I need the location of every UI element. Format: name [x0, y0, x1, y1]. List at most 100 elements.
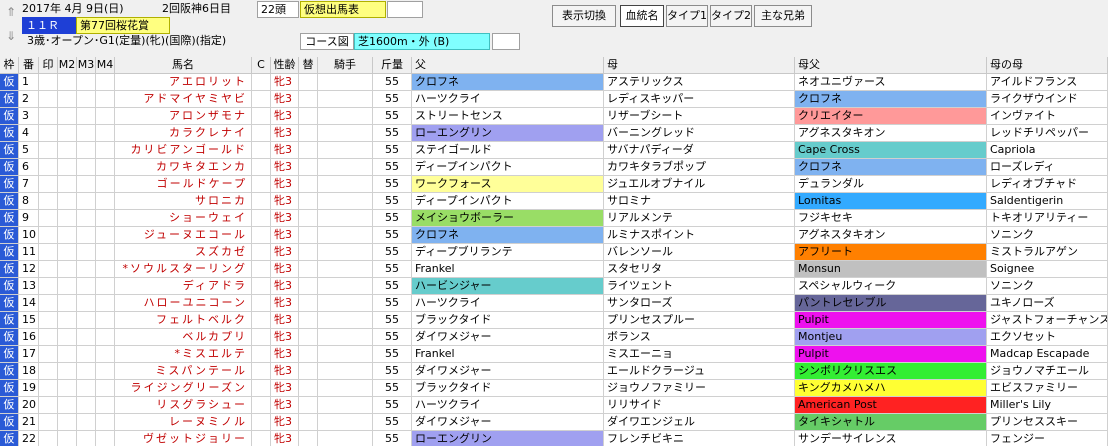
c-cell[interactable]	[252, 312, 271, 329]
waku-cell[interactable]: 仮	[0, 397, 19, 414]
m4-cell[interactable]	[96, 142, 115, 159]
sex-age[interactable]: 牝3	[271, 176, 299, 193]
damdam-name[interactable]: ミストラルアゲン	[987, 244, 1108, 261]
dam-name[interactable]: ミスエーニョ	[604, 346, 795, 363]
m3-cell[interactable]	[77, 346, 96, 363]
horse-name[interactable]: ゴールドケープ	[115, 176, 252, 193]
sex-age[interactable]: 牝3	[271, 397, 299, 414]
horse-name[interactable]: リスグラシュー	[115, 397, 252, 414]
damdam-name[interactable]: トキオリアリティー	[987, 210, 1108, 227]
m2-cell[interactable]	[58, 125, 77, 142]
sex-age[interactable]: 牝3	[271, 91, 299, 108]
dam-name[interactable]: エールドクラージュ	[604, 363, 795, 380]
dam-name[interactable]: リリサイド	[604, 397, 795, 414]
c-cell[interactable]	[252, 346, 271, 363]
m3-cell[interactable]	[77, 431, 96, 446]
damdam-name[interactable]: フェンジー	[987, 431, 1108, 446]
horse-number[interactable]: 5	[19, 142, 39, 159]
mark-cell[interactable]	[39, 312, 58, 329]
horse-number[interactable]: 2	[19, 91, 39, 108]
damsire-name[interactable]: スペシャルウィーク	[795, 278, 987, 295]
damsire-name[interactable]: アフリート	[795, 244, 987, 261]
m2-cell[interactable]	[58, 397, 77, 414]
weight[interactable]: 55	[373, 261, 412, 278]
damsire-name[interactable]: キングカメハメハ	[795, 380, 987, 397]
jockey-cell[interactable]	[318, 346, 373, 363]
sex-age[interactable]: 牝3	[271, 278, 299, 295]
jockey-cell[interactable]	[318, 380, 373, 397]
damsire-name[interactable]: Pulpit	[795, 346, 987, 363]
waku-cell[interactable]: 仮	[0, 244, 19, 261]
m3-cell[interactable]	[77, 142, 96, 159]
horse-name[interactable]: ショーウェイ	[115, 210, 252, 227]
sire-name[interactable]: ハーツクライ	[412, 91, 604, 108]
m2-cell[interactable]	[58, 108, 77, 125]
dam-name[interactable]: プリンセスプルー	[604, 312, 795, 329]
table-row[interactable]: 仮 12 *ソウルスターリング 牝3 55 Frankel スタセリタ Monsun Soign…	[0, 261, 1108, 278]
siblings-button[interactable]: 主な兄弟	[754, 5, 812, 27]
damdam-name[interactable]: ジョウノマチエール	[987, 363, 1108, 380]
change-cell[interactable]	[299, 363, 318, 380]
jockey-cell[interactable]	[318, 295, 373, 312]
weight[interactable]: 55	[373, 278, 412, 295]
horse-number[interactable]: 11	[19, 244, 39, 261]
damdam-name[interactable]: Miller's Lily	[987, 397, 1108, 414]
m4-cell[interactable]	[96, 278, 115, 295]
damsire-name[interactable]: Montjeu	[795, 329, 987, 346]
dam-name[interactable]: スタセリタ	[604, 261, 795, 278]
jockey-cell[interactable]	[318, 261, 373, 278]
horse-name[interactable]: ライジングリーズン	[115, 380, 252, 397]
sex-age[interactable]: 牝3	[271, 346, 299, 363]
sex-age[interactable]: 牝3	[271, 125, 299, 142]
waku-cell[interactable]: 仮	[0, 193, 19, 210]
m2-cell[interactable]	[58, 312, 77, 329]
waku-cell[interactable]: 仮	[0, 261, 19, 278]
mark-cell[interactable]	[39, 295, 58, 312]
waku-cell[interactable]: 仮	[0, 108, 19, 125]
change-cell[interactable]	[299, 74, 318, 91]
mark-cell[interactable]	[39, 380, 58, 397]
m3-cell[interactable]	[77, 159, 96, 176]
sire-name[interactable]: ローエングリン	[412, 125, 604, 142]
c-cell[interactable]	[252, 108, 271, 125]
jockey-cell[interactable]	[318, 159, 373, 176]
waku-cell[interactable]: 仮	[0, 91, 19, 108]
type1-button[interactable]: タイプ1	[666, 5, 708, 27]
horse-number[interactable]: 7	[19, 176, 39, 193]
horse-number[interactable]: 16	[19, 329, 39, 346]
weight[interactable]: 55	[373, 108, 412, 125]
m3-cell[interactable]	[77, 278, 96, 295]
damsire-name[interactable]: パントレセレブル	[795, 295, 987, 312]
dam-name[interactable]: バレンソール	[604, 244, 795, 261]
dam-name[interactable]: レディスキッパー	[604, 91, 795, 108]
change-cell[interactable]	[299, 312, 318, 329]
sex-age[interactable]: 牝3	[271, 244, 299, 261]
horse-name[interactable]: *ミスエルテ	[115, 346, 252, 363]
col-weight[interactable]: 斤量	[373, 57, 412, 74]
dam-name[interactable]: ボランス	[604, 329, 795, 346]
horse-name[interactable]: カワキタエンカ	[115, 159, 252, 176]
sex-age[interactable]: 牝3	[271, 414, 299, 431]
type2-button[interactable]: タイプ2	[710, 5, 752, 27]
dam-name[interactable]: カワキタラブポップ	[604, 159, 795, 176]
waku-cell[interactable]: 仮	[0, 295, 19, 312]
sire-name[interactable]: クロフネ	[412, 74, 604, 91]
course-extra-field[interactable]	[492, 33, 520, 50]
damsire-name[interactable]: クロフネ	[795, 91, 987, 108]
weight[interactable]: 55	[373, 227, 412, 244]
change-cell[interactable]	[299, 176, 318, 193]
damdam-name[interactable]: ライクザウインド	[987, 91, 1108, 108]
damdam-name[interactable]: Soignee	[987, 261, 1108, 278]
c-cell[interactable]	[252, 414, 271, 431]
change-cell[interactable]	[299, 414, 318, 431]
m2-cell[interactable]	[58, 380, 77, 397]
m4-cell[interactable]	[96, 108, 115, 125]
waku-cell[interactable]: 仮	[0, 210, 19, 227]
jockey-cell[interactable]	[318, 397, 373, 414]
waku-cell[interactable]: 仮	[0, 380, 19, 397]
col-jockey[interactable]: 騎手	[318, 57, 373, 74]
jockey-cell[interactable]	[318, 431, 373, 446]
prev-race-arrow-icon[interactable]: ⇑	[2, 2, 20, 22]
sire-name[interactable]: ハーツクライ	[412, 295, 604, 312]
col-damsire[interactable]: 母父	[795, 57, 987, 74]
